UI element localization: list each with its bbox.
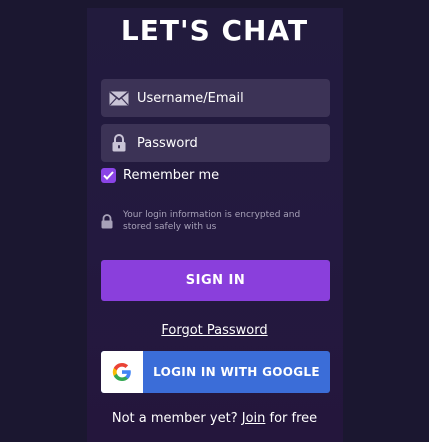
google-login-label: LOGIN IN WITH GOOGLE (153, 365, 320, 379)
sign-in-button[interactable]: SIGN IN (101, 260, 330, 301)
join-link[interactable]: Join (242, 411, 266, 426)
page-title: LET'S CHAT (120, 14, 309, 47)
username-input[interactable] (137, 90, 330, 106)
remember-me-row: Remember me (101, 168, 219, 183)
lock-icon (101, 214, 115, 233)
lock-icon (101, 134, 137, 152)
password-input[interactable] (137, 135, 330, 151)
security-note: Your login information is encrypted and … (101, 209, 323, 233)
join-suffix: for free (269, 411, 318, 426)
remember-me-checkbox[interactable] (101, 168, 116, 183)
forgot-password-link[interactable]: Forgot Password (161, 323, 267, 338)
google-login-button[interactable]: LOGIN IN WITH GOOGLE (101, 351, 330, 393)
username-field-container (101, 79, 330, 117)
join-prefix: Not a member yet? (111, 411, 238, 426)
remember-me-label[interactable]: Remember me (123, 168, 219, 183)
security-note-text: Your login information is encrypted and … (123, 210, 301, 232)
checkmark-icon (103, 171, 114, 180)
join-line: Not a member yet? Join for free (0, 411, 429, 426)
forgot-password-row: Forgot Password (0, 319, 429, 338)
password-field-container (101, 124, 330, 162)
envelope-icon (101, 90, 137, 106)
google-logo-icon (101, 351, 143, 393)
